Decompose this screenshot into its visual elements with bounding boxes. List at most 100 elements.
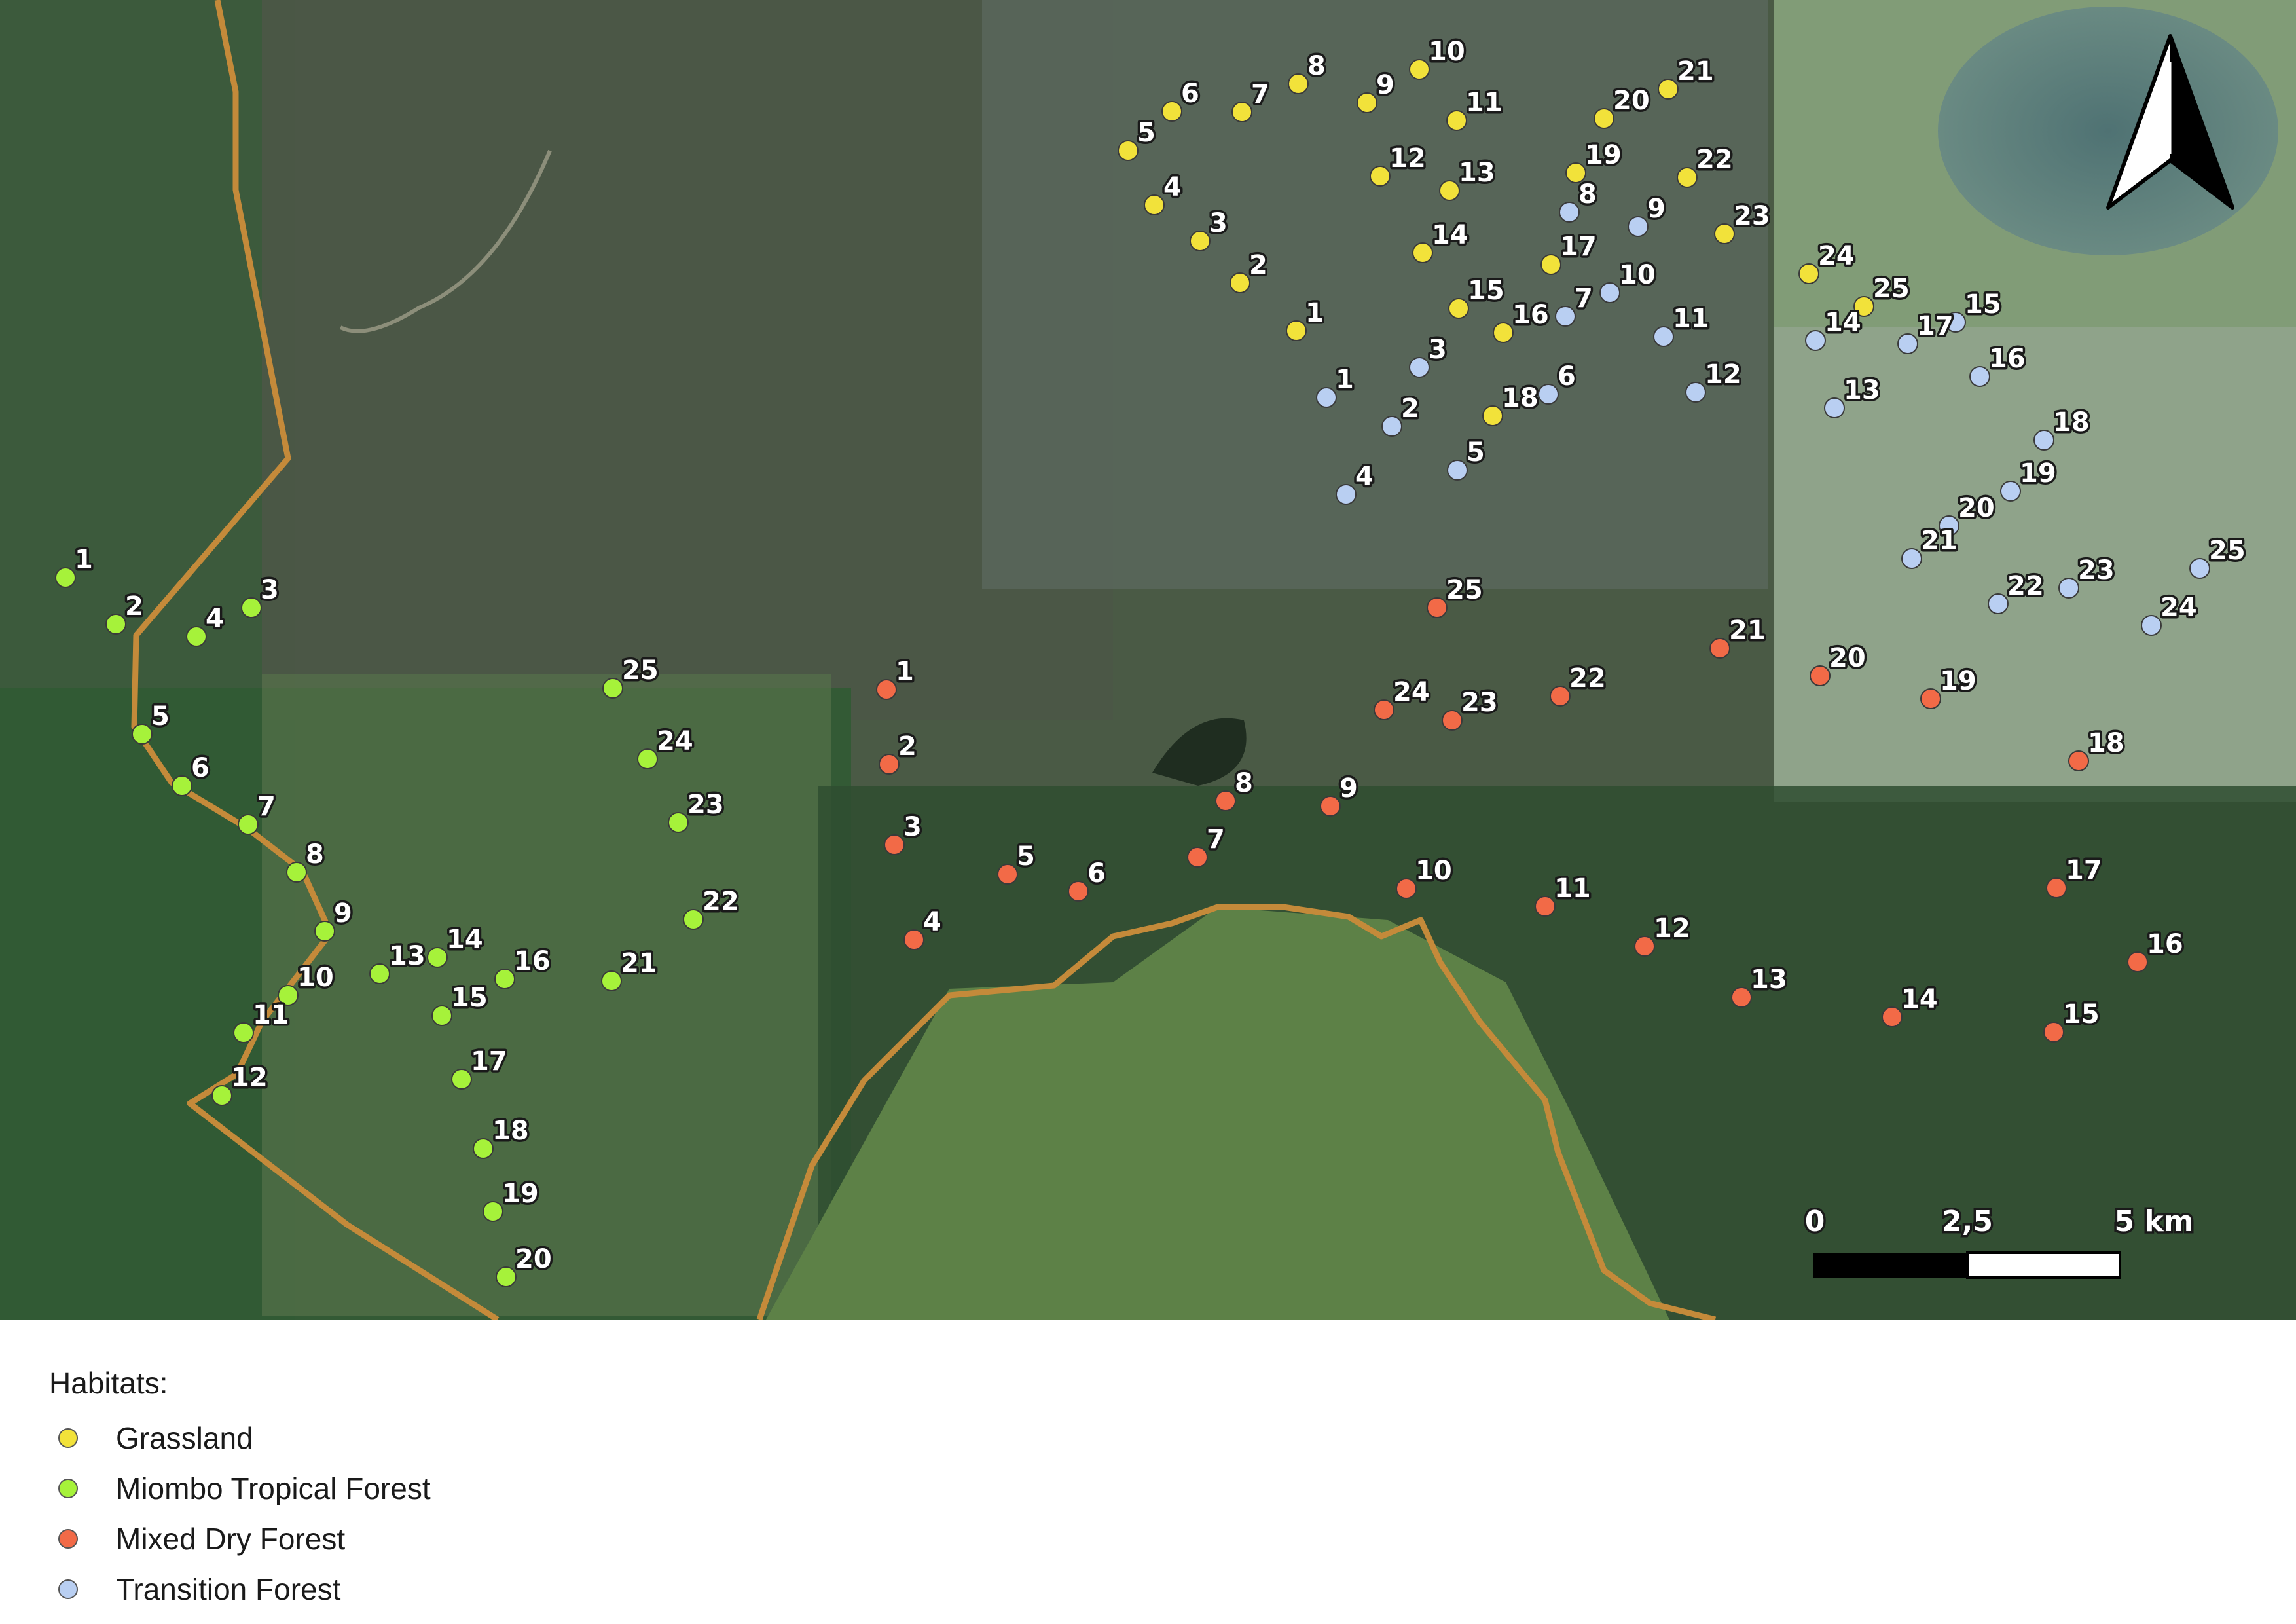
grassland-site-marker-6[interactable] — [1161, 101, 1182, 122]
miombo-site-marker-5[interactable] — [132, 724, 153, 745]
satellite-map[interactable]: 1 2 3 4 5 6 7 8 9 10 11 12 13 14 15 16 17 18 19 20 21 22 23 24 2… — [0, 0, 2296, 1320]
transition-site-marker-11[interactable] — [1653, 326, 1674, 347]
miombo-site-marker-2[interactable] — [105, 614, 126, 635]
transition-site-marker-18[interactable] — [2033, 430, 2054, 451]
grassland-site-marker-12[interactable] — [1370, 166, 1391, 187]
transition-site-marker-5[interactable] — [1447, 460, 1468, 481]
mixed-site-marker-13[interactable] — [1731, 987, 1752, 1008]
transition-site-marker-9[interactable] — [1628, 216, 1649, 237]
mixed-site-marker-16[interactable] — [2127, 951, 2148, 972]
mixed-site-marker-23[interactable] — [1442, 710, 1463, 731]
grassland-site-marker-11[interactable] — [1446, 110, 1467, 131]
miombo-site-marker-15[interactable] — [431, 1005, 452, 1026]
miombo-site-marker-16[interactable] — [494, 969, 515, 989]
grassland-site-marker-1[interactable] — [1286, 320, 1307, 341]
transition-site-marker-23[interactable] — [2058, 578, 2079, 599]
mixed-site-marker-19[interactable] — [1920, 688, 1941, 709]
transition-site-marker-2[interactable] — [1381, 416, 1402, 437]
miombo-site-marker-22[interactable] — [683, 909, 704, 930]
miombo-site-marker-21[interactable] — [601, 970, 622, 991]
transition-site-marker-4[interactable] — [1336, 484, 1357, 505]
transition-site-marker-16[interactable] — [1969, 366, 1990, 387]
mixed-site-marker-8[interactable] — [1215, 790, 1236, 811]
grassland-site-marker-8[interactable] — [1288, 73, 1309, 94]
miombo-site-marker-17[interactable] — [451, 1069, 472, 1090]
transition-site-marker-19[interactable] — [2000, 481, 2021, 502]
miombo-site-marker-8[interactable] — [286, 862, 307, 883]
grassland-site-marker-24[interactable] — [1798, 263, 1819, 284]
grassland-site-marker-9[interactable] — [1357, 92, 1377, 113]
mixed-site-marker-7[interactable] — [1187, 847, 1208, 868]
transition-site-marker-24[interactable] — [2141, 615, 2162, 636]
transition-site-marker-7[interactable] — [1555, 306, 1576, 327]
transition-site-marker-3[interactable] — [1409, 357, 1430, 378]
mixed-site-marker-6[interactable] — [1068, 881, 1089, 902]
mixed-site-marker-9[interactable] — [1320, 796, 1341, 817]
mixed-site-marker-2[interactable] — [879, 754, 900, 775]
mixed-site-marker-25[interactable] — [1427, 597, 1448, 618]
grassland-site-marker-5[interactable] — [1118, 140, 1139, 161]
grassland-site-marker-23[interactable] — [1714, 223, 1735, 244]
grassland-site-marker-14[interactable] — [1412, 242, 1433, 263]
miombo-site-marker-12[interactable] — [211, 1085, 232, 1106]
miombo-site-marker-24[interactable] — [637, 748, 658, 769]
mixed-site-marker-17[interactable] — [2046, 877, 2067, 898]
transition-site-marker-6[interactable] — [1538, 384, 1559, 405]
grassland-site-marker-17[interactable] — [1540, 254, 1561, 275]
miombo-site-marker-20[interactable] — [496, 1266, 517, 1287]
transition-site-marker-25[interactable] — [2189, 558, 2210, 579]
grassland-site-marker-7[interactable] — [1231, 101, 1252, 122]
mixed-site-marker-22[interactable] — [1550, 686, 1571, 707]
mixed-site-marker-14[interactable] — [1882, 1006, 1903, 1027]
grassland-site-marker-21[interactable] — [1658, 79, 1679, 100]
grassland-site-marker-3[interactable] — [1190, 231, 1211, 251]
grassland-site-marker-16[interactable] — [1493, 322, 1514, 343]
transition-site-marker-14[interactable] — [1805, 330, 1826, 351]
mixed-site-marker-11[interactable] — [1535, 896, 1556, 917]
transition-site-marker-21[interactable] — [1901, 548, 1922, 569]
mixed-site-marker-18[interactable] — [2068, 750, 2089, 771]
transition-site-marker-10[interactable] — [1599, 282, 1620, 303]
miombo-site-marker-11[interactable] — [233, 1022, 254, 1043]
transition-site-marker-22[interactable] — [1988, 593, 2009, 614]
miombo-site-marker-7[interactable] — [238, 814, 259, 835]
mixed-site-marker-24[interactable] — [1374, 699, 1394, 720]
transition-site-label-19: 19 — [2020, 458, 2056, 489]
mixed-site-marker-15[interactable] — [2043, 1022, 2064, 1043]
miombo-site-marker-3[interactable] — [241, 597, 262, 618]
grassland-site-marker-22[interactable] — [1677, 167, 1698, 188]
mixed-site-marker-20[interactable] — [1810, 665, 1831, 686]
mixed-site-marker-3[interactable] — [884, 834, 905, 855]
transition-site-marker-1[interactable] — [1316, 387, 1337, 408]
grassland-site-marker-2[interactable] — [1230, 272, 1250, 293]
mixed-site-marker-4[interactable] — [903, 929, 924, 950]
grassland-site-marker-15[interactable] — [1448, 298, 1469, 319]
grassland-site-marker-20[interactable] — [1594, 108, 1614, 129]
miombo-site-marker-13[interactable] — [369, 963, 390, 984]
miombo-site-label-22: 22 — [702, 887, 739, 917]
grassland-site-marker-13[interactable] — [1439, 180, 1460, 201]
transition-site-marker-13[interactable] — [1824, 397, 1845, 418]
mixed-site-marker-10[interactable] — [1396, 878, 1417, 899]
miombo-site-marker-19[interactable] — [483, 1201, 503, 1222]
transition-site-marker-12[interactable] — [1685, 382, 1706, 403]
mixed-site-label-12: 12 — [1654, 913, 1690, 944]
miombo-site-marker-4[interactable] — [186, 626, 207, 647]
transition-site-marker-17[interactable] — [1897, 333, 1918, 354]
miombo-site-marker-14[interactable] — [427, 947, 448, 968]
mixed-site-marker-12[interactable] — [1634, 936, 1655, 957]
grassland-site-marker-4[interactable] — [1144, 194, 1165, 215]
miombo-site-marker-9[interactable] — [314, 921, 335, 942]
grassland-site-marker-18[interactable] — [1482, 405, 1503, 426]
miombo-site-marker-18[interactable] — [473, 1138, 494, 1159]
transition-site-label-3: 3 — [1429, 335, 1447, 365]
mixed-site-marker-5[interactable] — [997, 864, 1018, 885]
grassland-site-marker-10[interactable] — [1409, 59, 1430, 80]
miombo-site-marker-25[interactable] — [602, 678, 623, 699]
miombo-site-marker-1[interactable] — [55, 567, 76, 588]
mixed-site-marker-1[interactable] — [876, 679, 897, 700]
miombo-site-marker-23[interactable] — [668, 812, 689, 833]
mixed-site-marker-21[interactable] — [1709, 638, 1730, 659]
miombo-site-marker-6[interactable] — [172, 775, 192, 796]
transition-site-marker-8[interactable] — [1559, 202, 1580, 223]
